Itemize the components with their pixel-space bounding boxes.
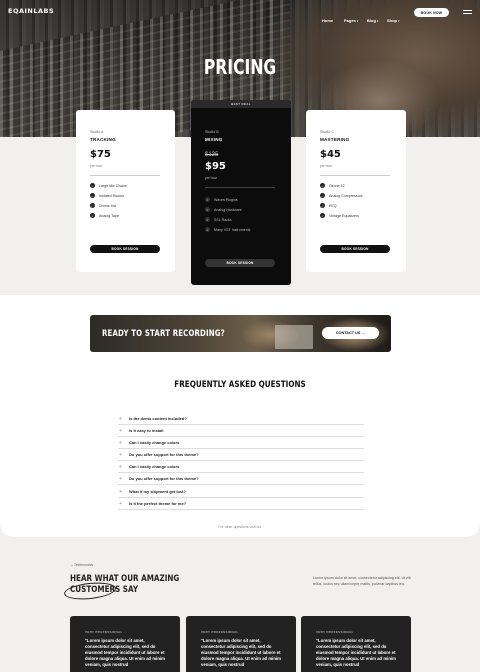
plan-per: per hour bbox=[320, 164, 333, 168]
book-session-button[interactable]: BOOK SESSION bbox=[205, 259, 275, 267]
best-deal-badge: BEST DEAL bbox=[191, 100, 291, 108]
hamburger-menu-icon[interactable] bbox=[463, 10, 472, 15]
plus-icon: + bbox=[119, 475, 122, 482]
check-icon: ✓ bbox=[90, 203, 95, 208]
plus-icon: + bbox=[119, 427, 122, 434]
feature-item: ✓ Many VST Instruments bbox=[205, 227, 251, 232]
check-icon: ✓ bbox=[205, 197, 210, 202]
laptop-image bbox=[275, 325, 313, 349]
plan-old-price: $125 bbox=[205, 152, 219, 158]
check-icon: ✓ bbox=[205, 207, 210, 212]
top-navigation: EQAINLABS Home Pages▾ Blog▾ Shop▾ BOOK N… bbox=[0, 0, 480, 24]
testimonial-role: VERY PROFESSIONAL bbox=[85, 630, 123, 634]
check-icon: ✓ bbox=[205, 227, 210, 232]
plus-icon: + bbox=[119, 500, 122, 507]
feature-item: ✓ Analog Tape bbox=[90, 213, 119, 218]
check-icon: ✓ bbox=[320, 183, 325, 188]
plan-name: MIXING bbox=[205, 137, 223, 142]
plus-icon: + bbox=[119, 439, 122, 446]
nav-item-blog[interactable]: Blog▾ bbox=[367, 9, 378, 27]
divider bbox=[90, 175, 160, 176]
chevron-down-icon: ▾ bbox=[398, 19, 400, 23]
divider bbox=[320, 175, 390, 176]
faq-item[interactable]: + Do you offer support for this theme? bbox=[118, 449, 364, 461]
plan-name: MASTERING bbox=[320, 137, 350, 142]
plus-icon: + bbox=[119, 451, 122, 458]
nav-item-pages[interactable]: Pages▾ bbox=[344, 9, 358, 27]
faq-item[interactable]: + Is it easy to install bbox=[118, 425, 364, 437]
plan-price: $45 bbox=[320, 149, 341, 160]
plus-icon: + bbox=[119, 415, 122, 422]
pricing-card-mastering: Studio C MASTERING $45 per hour ✓ Ozone 1… bbox=[306, 110, 406, 272]
cta-title: READY TO START RECORDING? bbox=[102, 329, 225, 339]
book-session-button[interactable]: BOOK SESSION bbox=[90, 245, 160, 253]
faq-item[interactable]: + Can I easily change colors bbox=[118, 461, 364, 473]
book-now-button[interactable]: BOOK NOW bbox=[414, 8, 449, 17]
faq-item[interactable]: + Is it the perfect theme for me? bbox=[118, 498, 364, 510]
feature-item: ✓ Waves Plugins bbox=[205, 197, 238, 202]
testimonial-role: VERY PROFESSIONAL bbox=[316, 630, 354, 634]
plan-per: per hour bbox=[90, 164, 103, 168]
chevron-down-icon: ▾ bbox=[356, 19, 359, 23]
feature-item: ✓ Analog Compressors bbox=[320, 193, 363, 198]
plus-icon: + bbox=[119, 463, 122, 470]
testimonials-description: Lorem ipsum dolor sit amet, consectetur … bbox=[313, 576, 411, 586]
plan-studio: Studio A bbox=[90, 130, 104, 134]
check-icon: ✓ bbox=[205, 217, 210, 222]
feature-item: ✓ Drums Incl. bbox=[90, 203, 118, 208]
plan-studio: Studio C bbox=[320, 130, 334, 134]
faq-item[interactable]: + Is the demo content included? bbox=[118, 413, 364, 425]
testimonial-card: VERY PROFESSIONAL "Lorem ipsum dolor sit… bbox=[301, 616, 411, 672]
check-icon: ✓ bbox=[320, 193, 325, 198]
faq-item[interactable]: + Do you offer support for this theme? bbox=[118, 473, 364, 485]
check-icon: ✓ bbox=[320, 203, 325, 208]
page-title: PRICING bbox=[203, 55, 277, 79]
faq-item[interactable]: + What if my shipment get lost? bbox=[118, 486, 364, 498]
plan-name: TRACKING bbox=[90, 137, 116, 142]
testimonials-eyebrow: – Testimonials bbox=[71, 563, 94, 567]
plan-price: $95 bbox=[205, 161, 226, 172]
testimonial-quote: "Lorem ipsum dolor sit amet, consectetur… bbox=[201, 638, 281, 667]
testimonial-quote: "Lorem ipsum dolor sit amet, consectetur… bbox=[316, 638, 396, 667]
pricing-card-tracking: Studio A TRACKING $75 per hour ✓ Large Mi… bbox=[76, 110, 175, 272]
testimonial-quote: "Lorem ipsum dolor sit amet, consectetur… bbox=[85, 638, 165, 667]
nav-item-home[interactable]: Home bbox=[322, 9, 333, 27]
feature-item: ✓ Vintage Equalizers bbox=[320, 213, 359, 218]
cta-banner: READY TO START RECORDING? CONTACT US → bbox=[90, 315, 391, 352]
plus-icon: + bbox=[119, 488, 122, 495]
nav-item-shop[interactable]: Shop▾ bbox=[387, 9, 400, 27]
check-icon: ✓ bbox=[90, 213, 95, 218]
check-icon: ✓ bbox=[90, 183, 95, 188]
plan-per: per hour bbox=[205, 176, 218, 180]
check-icon: ✓ bbox=[320, 213, 325, 218]
feature-item: ✓ Analog Hardware bbox=[205, 207, 242, 212]
feature-item: ✓ Large Mic Choice bbox=[90, 183, 127, 188]
plan-studio: Studio B bbox=[205, 130, 219, 134]
check-icon: ✓ bbox=[90, 193, 95, 198]
faq-footer-link[interactable]: For other questions visit our bbox=[0, 525, 480, 529]
book-session-button[interactable]: BOOK SESSION bbox=[320, 245, 390, 253]
testimonial-card: VERY PROFESSIONAL "Lorem ipsum dolor sit… bbox=[186, 616, 296, 672]
testimonial-role: VERY PROFESSIONAL bbox=[201, 630, 239, 634]
site-logo[interactable]: EQAINLABS bbox=[8, 7, 54, 15]
chevron-down-icon: ▾ bbox=[376, 19, 379, 23]
feature-item: ✓ Ozone 12 bbox=[320, 183, 345, 188]
pricing-card-mixing: BEST DEAL Studio B MIXING $125 $95 per h… bbox=[191, 100, 291, 285]
feature-item: ✓ SSL Racks bbox=[205, 217, 232, 222]
feature-item: ✓ EEQ bbox=[320, 203, 337, 208]
feature-item: ✓ Isolated Rooms bbox=[90, 193, 124, 198]
testimonial-card: VERY PROFESSIONAL "Lorem ipsum dolor sit… bbox=[70, 616, 180, 672]
plan-price: $75 bbox=[90, 149, 111, 160]
faq-item[interactable]: + Can I easily change colors bbox=[118, 437, 364, 449]
faq-title: FREQUENTLY ASKED QUESTIONS bbox=[174, 380, 306, 390]
contact-us-button[interactable]: CONTACT US → bbox=[322, 327, 379, 339]
divider bbox=[205, 187, 275, 188]
